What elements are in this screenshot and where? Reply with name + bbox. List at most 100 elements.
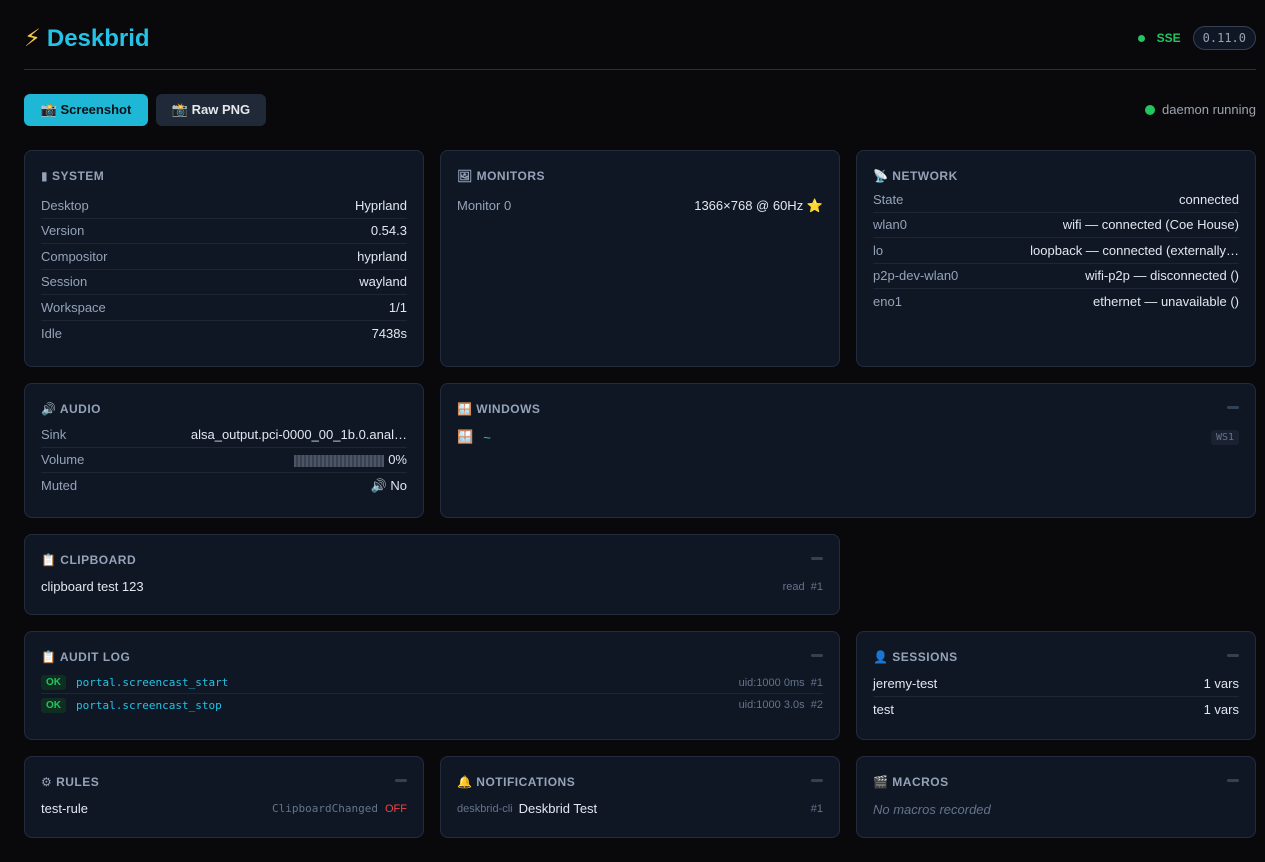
window-item-left: 🪟 ~ [457,429,491,445]
audit-meta-text: uid:1000 3.0s [738,699,805,711]
monitors-card: 🖼 MONITORS Monitor 0 1366×768 @ 60Hz ⭐ [440,150,840,367]
audit-entry[interactable]: OK portal.screencast_stop uid:1000 3.0s … [41,694,823,716]
network-card-title: 📡 NETWORK [873,169,958,183]
clipboard-mode: read [782,580,805,593]
audit-meta: uid:1000 3.0s #2 [739,699,823,711]
audit-meta: uid:1000 0ms #1 [739,677,823,689]
audit-meta-text: uid:1000 0ms [738,676,805,689]
collapse-icon[interactable] [395,779,407,782]
sse-status-dot-icon [1137,34,1145,42]
volume-value-wrap: 0% [294,452,407,467]
row-value: wifi-p2p — disconnected () [1085,268,1239,284]
collapse-icon[interactable] [811,654,823,657]
row-key: State [873,191,904,207]
toolbar: 📸 Screenshot 📸 Raw PNG daemon running [24,94,1256,126]
audit-action: portal.screencast_stop [76,698,222,712]
system-row-version: Version 0.54.3 [41,219,407,244]
notification-summary: Deskbrid Test [518,801,598,816]
lightning-icon: ⚡ [24,25,41,52]
audit-entry-left: OK portal.screencast_start [41,675,228,690]
notifications-card-title: 🔔 NOTIFICATIONS [457,775,576,789]
row-key: eno1 [873,294,902,310]
system-rows: Desktop Hyprland Version 0.54.3 Compositor… [41,193,407,346]
row-value: 1/1 [388,299,407,315]
session-row[interactable]: test 1 vars [873,697,1239,723]
sessions-card-title: 👤 SESSIONS [873,650,958,664]
notification-app: deskbrid-cli [457,802,513,815]
clipboard-text: clipboard test 123 [41,579,144,594]
row-value: 1366×768 @ 60Hz ⭐ [694,197,823,213]
collapse-icon[interactable] [811,779,823,782]
row-key: Workspace [41,299,106,315]
rule-item[interactable]: test-rule ClipboardChanged OFF [41,801,407,816]
row-value: wayland [359,274,407,290]
windows-card: 🪟 WINDOWS 🪟 ~ WS1 [440,383,1256,518]
network-row-p2p: p2p-dev-wlan0 wifi-p2p — disconnected () [873,264,1239,289]
system-row-session: Session wayland [41,270,407,295]
system-card: ▮ SYSTEM Desktop Hyprland Version 0.54.3 C… [24,150,424,367]
audit-action: portal.screencast_start [76,676,229,689]
window-title: ~ [483,429,491,445]
daemon-status: daemon running [1145,102,1256,117]
audit-entries: OK portal.screencast_start uid:1000 0ms … [41,672,823,716]
system-row-compositor: Compositor hyprland [41,244,407,270]
window-item[interactable]: 🪟 ~ WS1 [457,429,1239,445]
session-vars: 1 vars [1203,675,1239,691]
version-badge: 0.11.0 [1192,26,1256,50]
audio-card-title: 🔊 AUDIO [41,402,101,416]
daemon-status-dot-icon [1145,104,1156,115]
network-row-eno1: eno1 ethernet — unavailable () [873,289,1239,315]
clipboard-card-title: 📋 CLIPBOARD [41,553,137,567]
system-row-desktop: Desktop Hyprland [41,193,407,219]
notification-left: deskbrid-cli Deskbrid Test [457,801,597,816]
row-value: ethernet — unavailable () [1093,294,1239,310]
system-card-title: ▮ SYSTEM [41,169,105,183]
volume-bar[interactable] [294,454,385,467]
session-row[interactable]: jeremy-test 1 vars [873,671,1239,697]
row-key: Idle [41,325,62,341]
macros-empty-state: No macros recorded [873,802,991,817]
row-value: Hyprland [354,197,407,213]
row-key: lo [873,242,884,258]
daemon-status-label: daemon running [1162,102,1256,117]
raw-png-button[interactable]: 📸 Raw PNG [156,94,266,126]
collapse-icon[interactable] [1227,779,1239,782]
row-value: 0.54.3 [370,223,407,239]
notification-index: #1 [810,802,823,815]
window-icon: 🪟 [457,429,474,444]
session-name: test [873,701,894,717]
workspace-badge: WS1 [1210,429,1239,445]
rule-details: ClipboardChanged OFF [272,802,407,815]
notifications-card: 🔔 NOTIFICATIONS deskbrid-cli Deskbrid Te… [440,756,840,838]
session-name: jeremy-test [873,675,938,691]
rule-status-toggle[interactable]: OFF [385,803,407,815]
notification-item[interactable]: deskbrid-cli Deskbrid Test #1 [457,801,823,816]
audit-index: #1 [810,676,823,689]
audit-entry[interactable]: OK portal.screencast_start uid:1000 0ms … [41,672,823,694]
rule-trigger: ClipboardChanged [272,802,378,815]
windows-card-title: 🪟 WINDOWS [457,402,541,416]
sessions-card: 👤 SESSIONS jeremy-test 1 vars test 1 vars [856,631,1256,740]
collapse-icon[interactable] [1227,654,1239,657]
audit-index: #2 [810,699,823,711]
screenshot-button[interactable]: 📸 Screenshot [24,94,148,126]
network-rows: State connected wlan0 wifi — connected (Co… [873,187,1239,315]
audio-row-sink: Sink alsa_output.pci-0000_00_1b.0.anal… [41,422,407,448]
rule-name: test-rule [41,801,88,816]
clipboard-entry[interactable]: clipboard test 123 read #1 [41,579,823,594]
clipboard-index: #1 [810,580,823,593]
collapse-icon[interactable] [1227,406,1239,409]
network-card: 📡 NETWORK State connected wlan0 wifi — con… [856,150,1256,367]
sse-label: SSE [1156,31,1181,45]
row-value: 7438s [371,325,407,341]
row-value: loopback — connected (externally… [1030,242,1239,258]
session-vars: 1 vars [1203,701,1239,717]
audit-entry-left: OK portal.screencast_stop [41,697,222,713]
audio-row-volume: Volume 0% [41,448,407,473]
app-title: Deskbrid [46,25,150,52]
collapse-icon[interactable] [811,557,823,560]
sink-value: alsa_output.pci-0000_00_1b.0.anal… [190,426,407,442]
network-row-state: State connected [873,187,1239,213]
row-key: p2p-dev-wlan0 [873,268,959,284]
row-key: wlan0 [873,217,907,233]
